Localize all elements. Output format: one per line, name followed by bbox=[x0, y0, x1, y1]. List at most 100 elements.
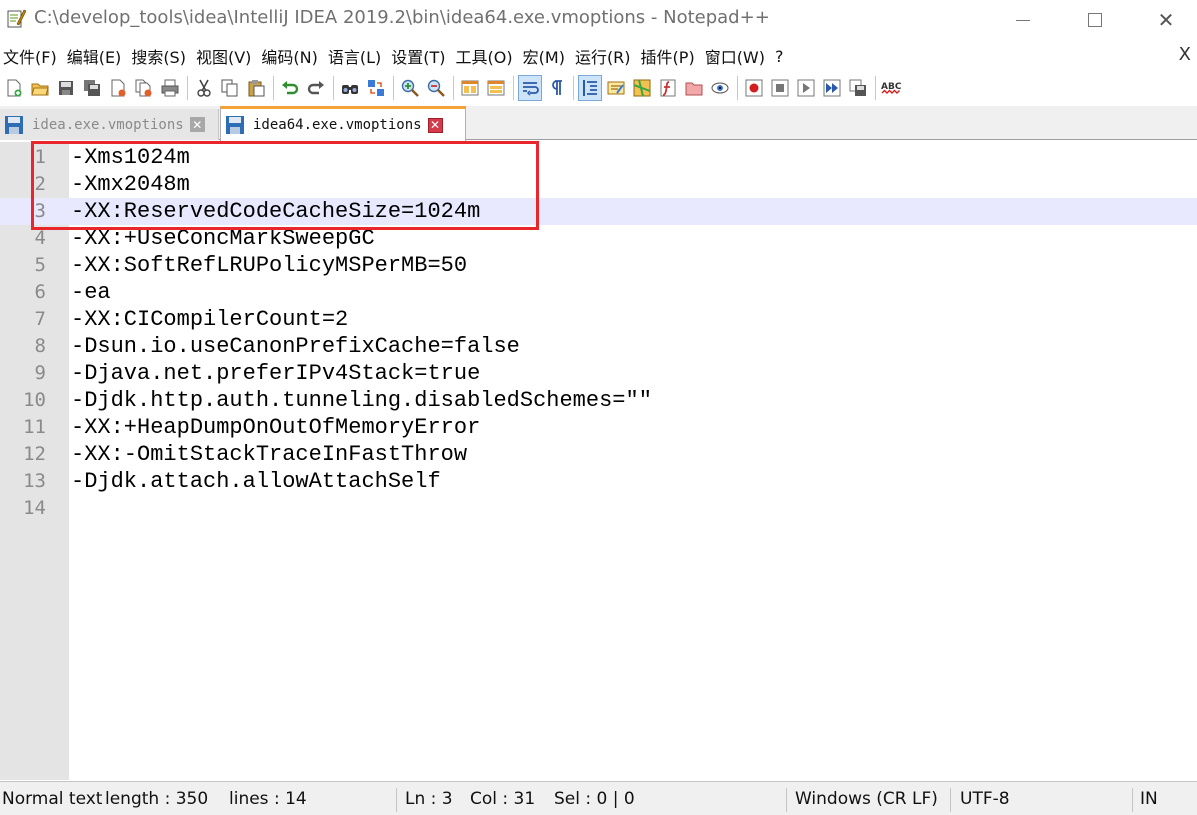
maximize-button[interactable] bbox=[1072, 0, 1118, 40]
sync-horizontal-button[interactable] bbox=[484, 75, 508, 101]
line-text[interactable]: -Djdk.http.auth.tunneling.disabledScheme… bbox=[71, 387, 652, 414]
line-text[interactable]: -XX:CICompilerCount=2 bbox=[71, 306, 348, 333]
menu-help[interactable]: ? bbox=[772, 47, 787, 66]
toolbar-separator bbox=[875, 76, 876, 100]
menu-window[interactable]: 窗口(W) bbox=[702, 44, 768, 68]
menu-encoding[interactable]: 编码(N) bbox=[258, 44, 320, 68]
user-language-button[interactable] bbox=[604, 75, 628, 101]
status-bar: Normal text length : 350 lines : 14 Ln :… bbox=[0, 781, 1197, 815]
maximize-icon bbox=[1088, 13, 1102, 27]
status-lines: lines : 14 bbox=[229, 789, 307, 809]
editor-line[interactable]: 14 bbox=[0, 495, 1197, 522]
editor-line[interactable]: 12 -XX:-OmitStackTraceInFastThrow bbox=[0, 441, 1197, 468]
menu-settings[interactable]: 设置(T) bbox=[388, 44, 448, 68]
menu-macro[interactable]: 宏(M) bbox=[520, 44, 568, 68]
save-macro-button[interactable] bbox=[846, 75, 870, 101]
print-button[interactable] bbox=[158, 75, 182, 101]
undo-button[interactable] bbox=[278, 75, 302, 101]
zoom-out-button[interactable] bbox=[424, 75, 448, 101]
line-text[interactable]: -Dsun.io.useCanonPrefixCache=false bbox=[71, 333, 520, 360]
copy-button[interactable] bbox=[218, 75, 242, 101]
line-text[interactable]: -XX:-OmitStackTraceInFastThrow bbox=[71, 441, 467, 468]
editor-line[interactable]: 9 -Djava.net.preferIPv4Stack=true bbox=[0, 360, 1197, 387]
status-divider bbox=[396, 788, 397, 812]
sync-vertical-button[interactable] bbox=[458, 75, 482, 101]
record-macro-button[interactable] bbox=[742, 75, 766, 101]
new-file-button[interactable] bbox=[2, 75, 26, 101]
close-document-button[interactable]: X bbox=[1179, 44, 1191, 65]
tab-label: idea.exe.vmoptions bbox=[32, 116, 184, 133]
menu-language[interactable]: 语言(L) bbox=[325, 44, 384, 68]
close-icon: ✕ bbox=[1157, 8, 1175, 32]
menu-search[interactable]: 搜索(S) bbox=[128, 44, 189, 68]
editor-line[interactable]: 10 -Djdk.http.auth.tunneling.disabledSch… bbox=[0, 387, 1197, 414]
status-eol-format[interactable]: Windows (CR LF) bbox=[795, 782, 938, 815]
close-file-button[interactable] bbox=[106, 75, 130, 101]
menu-view[interactable]: 视图(V) bbox=[193, 44, 254, 68]
show-all-chars-button[interactable] bbox=[544, 75, 568, 101]
close-window-button[interactable]: ✕ bbox=[1143, 0, 1189, 40]
line-text[interactable]: -XX:+HeapDumpOnOutOfMemoryError bbox=[71, 414, 480, 441]
toolbar-separator bbox=[573, 76, 574, 100]
status-divider bbox=[950, 788, 951, 812]
save-all-button[interactable] bbox=[80, 75, 104, 101]
line-text[interactable]: -ea bbox=[71, 279, 111, 306]
close-all-button[interactable] bbox=[132, 75, 156, 101]
function-list-button[interactable] bbox=[656, 75, 680, 101]
text-editor[interactable]: 1 -Xms1024m 2 -Xmx2048m 3 -XX:ReservedCo… bbox=[0, 142, 1197, 780]
open-file-button[interactable] bbox=[28, 75, 52, 101]
document-map-button[interactable] bbox=[630, 75, 654, 101]
save-button[interactable] bbox=[54, 75, 78, 101]
status-column: Col : 31 bbox=[470, 789, 536, 809]
editor-line[interactable]: 11 -XX:+HeapDumpOnOutOfMemoryError bbox=[0, 414, 1197, 441]
word-wrap-button[interactable] bbox=[518, 75, 542, 101]
line-text[interactable]: -XX:SoftRefLRUPolicyMSPerMB=50 bbox=[71, 252, 467, 279]
editor-line[interactable]: 6 -ea bbox=[0, 279, 1197, 306]
tab-idea-exe-vmoptions[interactable]: idea.exe.vmoptions ✕ bbox=[0, 109, 219, 140]
indent-guide-icon bbox=[583, 80, 597, 96]
status-length: length : 350 bbox=[105, 789, 209, 809]
tab-close-icon[interactable]: ✕ bbox=[427, 117, 443, 133]
zoom-in-button[interactable] bbox=[398, 75, 422, 101]
new-file-icon bbox=[7, 79, 22, 97]
status-divider bbox=[1132, 788, 1133, 812]
replace-button[interactable] bbox=[364, 75, 388, 101]
tab-label: idea64.exe.vmoptions bbox=[253, 117, 422, 133]
line-number: 12 bbox=[23, 443, 46, 465]
menu-edit[interactable]: 编辑(E) bbox=[64, 44, 125, 68]
open-file-icon bbox=[31, 83, 49, 96]
cut-icon bbox=[197, 79, 211, 97]
spell-check-button[interactable]: ABC bbox=[880, 75, 904, 101]
menu-run[interactable]: 运行(R) bbox=[572, 44, 634, 68]
line-number: 10 bbox=[23, 389, 46, 411]
notepad-plus-plus-app-icon[interactable] bbox=[6, 7, 26, 29]
editor-line[interactable]: 13 -Djdk.attach.allowAttachSelf bbox=[0, 468, 1197, 495]
cut-button[interactable] bbox=[192, 75, 216, 101]
editor-line[interactable]: 7 -XX:CICompilerCount=2 bbox=[0, 306, 1197, 333]
document-tab-bar: idea.exe.vmoptions ✕ idea64.exe.vmoption… bbox=[0, 106, 1197, 141]
folder-workspace-button[interactable] bbox=[682, 75, 706, 101]
indent-guide-button[interactable] bbox=[578, 75, 602, 101]
menu-plugins[interactable]: 插件(P) bbox=[638, 44, 698, 68]
toolbar: ABC bbox=[0, 72, 1197, 104]
line-text[interactable]: -Djdk.attach.allowAttachSelf bbox=[71, 468, 441, 495]
save-all-icon bbox=[84, 80, 100, 96]
minimize-button[interactable] bbox=[1000, 0, 1046, 40]
tab-close-icon[interactable]: ✕ bbox=[189, 117, 205, 132]
line-text[interactable]: -Djava.net.preferIPv4Stack=true bbox=[71, 360, 480, 387]
run-macro-multiple-icon bbox=[823, 79, 841, 97]
line-number: 13 bbox=[23, 470, 46, 492]
redo-button[interactable] bbox=[304, 75, 328, 101]
editor-line[interactable]: 5 -XX:SoftRefLRUPolicyMSPerMB=50 bbox=[0, 252, 1197, 279]
tab-idea64-exe-vmoptions[interactable]: idea64.exe.vmoptions ✕ bbox=[220, 106, 466, 141]
find-button[interactable] bbox=[338, 75, 362, 101]
status-encoding[interactable]: UTF-8 bbox=[960, 782, 1010, 815]
play-macro-button[interactable] bbox=[794, 75, 818, 101]
editor-line[interactable]: 8 -Dsun.io.useCanonPrefixCache=false bbox=[0, 333, 1197, 360]
monitoring-button[interactable] bbox=[708, 75, 732, 101]
run-macro-multiple-button[interactable] bbox=[820, 75, 844, 101]
stop-record-button[interactable] bbox=[768, 75, 792, 101]
paste-button[interactable] bbox=[244, 75, 268, 101]
menu-file[interactable]: 文件(F) bbox=[0, 44, 60, 68]
menu-tools[interactable]: 工具(O) bbox=[453, 44, 516, 68]
